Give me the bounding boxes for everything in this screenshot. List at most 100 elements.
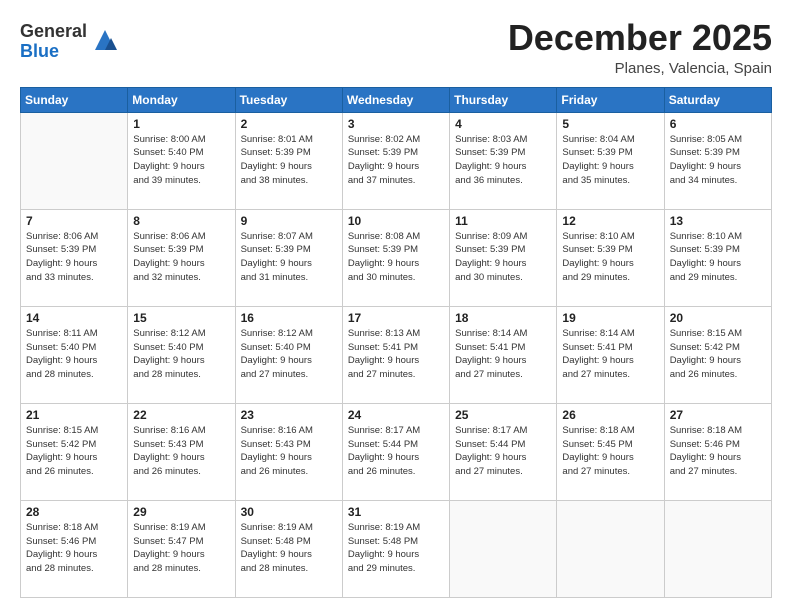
day-info: Sunrise: 8:09 AM Sunset: 5:39 PM Dayligh… [455, 230, 551, 285]
calendar-cell: 5 Sunrise: 8:04 AM Sunset: 5:39 PM Daylig… [557, 112, 664, 209]
day-info: Sunrise: 8:15 AM Sunset: 5:42 PM Dayligh… [26, 424, 122, 479]
week-row-2: 7 Sunrise: 8:06 AM Sunset: 5:39 PM Daylig… [21, 209, 772, 306]
calendar-cell: 25Sunrise: 8:17 AM Sunset: 5:44 PM Dayli… [450, 403, 557, 500]
dow-header-wednesday: Wednesday [342, 87, 449, 112]
calendar-cell: 14 Sunrise: 8:11 AM Sunset: 5:40 PM Dayli… [21, 306, 128, 403]
calendar-cell: 16 Sunrise: 8:12 AM Sunset: 5:40 PM Dayli… [235, 306, 342, 403]
day-number: 24 [348, 408, 444, 422]
day-info: Sunrise: 8:10 AM Sunset: 5:39 PM Dayligh… [562, 230, 658, 285]
calendar-cell: 28 Sunrise: 8:18 AM Sunset: 5:46 PM Dayli… [21, 500, 128, 597]
calendar-body: 1Sunrise: 8:00 AM Sunset: 5:40 PM Daylig… [21, 112, 772, 597]
calendar-cell: 11 Sunrise: 8:09 AM Sunset: 5:39 PM Dayli… [450, 209, 557, 306]
day-number: 28 [26, 505, 122, 519]
calendar-cell: 4Sunrise: 8:03 AM Sunset: 5:39 PM Daylig… [450, 112, 557, 209]
day-number: 3 [348, 117, 444, 131]
calendar-cell [21, 112, 128, 209]
calendar-cell [664, 500, 771, 597]
day-number: 15 [133, 311, 229, 325]
day-number: 13 [670, 214, 766, 228]
day-info: Sunrise: 8:15 AM Sunset: 5:42 PM Dayligh… [670, 327, 766, 382]
calendar-cell: 8 Sunrise: 8:06 AM Sunset: 5:39 PM Daylig… [128, 209, 235, 306]
logo-icon [91, 26, 119, 54]
day-info: Sunrise: 8:18 AM Sunset: 5:46 PM Dayligh… [26, 521, 122, 576]
calendar-cell: 22 Sunrise: 8:16 AM Sunset: 5:43 PM Dayli… [128, 403, 235, 500]
day-number: 19 [562, 311, 658, 325]
calendar-cell: 30Sunrise: 8:19 AM Sunset: 5:48 PM Dayli… [235, 500, 342, 597]
day-info: Sunrise: 8:16 AM Sunset: 5:43 PM Dayligh… [241, 424, 337, 479]
day-number: 2 [241, 117, 337, 131]
calendar-cell: 12 Sunrise: 8:10 AM Sunset: 5:39 PM Dayli… [557, 209, 664, 306]
calendar-cell: 9 Sunrise: 8:07 AM Sunset: 5:39 PM Daylig… [235, 209, 342, 306]
day-info: Sunrise: 8:07 AM Sunset: 5:39 PM Dayligh… [241, 230, 337, 285]
calendar-cell: 29Sunrise: 8:19 AM Sunset: 5:47 PM Dayli… [128, 500, 235, 597]
day-number: 10 [348, 214, 444, 228]
week-row-4: 21Sunrise: 8:15 AM Sunset: 5:42 PM Dayli… [21, 403, 772, 500]
day-number: 6 [670, 117, 766, 131]
day-info: Sunrise: 8:13 AM Sunset: 5:41 PM Dayligh… [348, 327, 444, 382]
day-number: 29 [133, 505, 229, 519]
calendar-cell: 18 Sunrise: 8:14 AM Sunset: 5:41 PM Dayli… [450, 306, 557, 403]
location-title: Planes, Valencia, Spain [508, 60, 772, 77]
day-number: 20 [670, 311, 766, 325]
day-info: Sunrise: 8:11 AM Sunset: 5:40 PM Dayligh… [26, 327, 122, 382]
logo-general: General [20, 21, 87, 41]
day-number: 17 [348, 311, 444, 325]
day-info: Sunrise: 8:02 AM Sunset: 5:39 PM Dayligh… [348, 133, 444, 188]
day-number: 27 [670, 408, 766, 422]
day-number: 22 [133, 408, 229, 422]
month-title: December 2025 [508, 18, 772, 58]
day-info: Sunrise: 8:04 AM Sunset: 5:39 PM Dayligh… [562, 133, 658, 188]
day-info: Sunrise: 8:10 AM Sunset: 5:39 PM Dayligh… [670, 230, 766, 285]
title-block: December 2025 Planes, Valencia, Spain [508, 18, 772, 77]
calendar-cell: 20 Sunrise: 8:15 AM Sunset: 5:42 PM Dayli… [664, 306, 771, 403]
calendar-cell: 31Sunrise: 8:19 AM Sunset: 5:48 PM Dayli… [342, 500, 449, 597]
dow-header-tuesday: Tuesday [235, 87, 342, 112]
week-row-3: 14 Sunrise: 8:11 AM Sunset: 5:40 PM Dayli… [21, 306, 772, 403]
dow-header-thursday: Thursday [450, 87, 557, 112]
day-number: 30 [241, 505, 337, 519]
day-number: 11 [455, 214, 551, 228]
logo-blue: Blue [20, 41, 59, 61]
logo: General Blue [20, 22, 119, 62]
day-info: Sunrise: 8:14 AM Sunset: 5:41 PM Dayligh… [455, 327, 551, 382]
day-number: 18 [455, 311, 551, 325]
calendar-cell: 17 Sunrise: 8:13 AM Sunset: 5:41 PM Dayli… [342, 306, 449, 403]
day-info: Sunrise: 8:06 AM Sunset: 5:39 PM Dayligh… [133, 230, 229, 285]
calendar-cell: 19 Sunrise: 8:14 AM Sunset: 5:41 PM Dayli… [557, 306, 664, 403]
week-row-1: 1Sunrise: 8:00 AM Sunset: 5:40 PM Daylig… [21, 112, 772, 209]
dow-header-sunday: Sunday [21, 87, 128, 112]
day-number: 9 [241, 214, 337, 228]
day-number: 12 [562, 214, 658, 228]
day-number: 5 [562, 117, 658, 131]
dow-header-monday: Monday [128, 87, 235, 112]
calendar-cell: 10 Sunrise: 8:08 AM Sunset: 5:39 PM Dayli… [342, 209, 449, 306]
day-info: Sunrise: 8:18 AM Sunset: 5:46 PM Dayligh… [670, 424, 766, 479]
day-number: 16 [241, 311, 337, 325]
day-info: Sunrise: 8:19 AM Sunset: 5:48 PM Dayligh… [348, 521, 444, 576]
calendar-cell: 24Sunrise: 8:17 AM Sunset: 5:44 PM Dayli… [342, 403, 449, 500]
page: General Blue December 2025 Planes, Valen… [0, 0, 792, 612]
dow-header-friday: Friday [557, 87, 664, 112]
day-info: Sunrise: 8:18 AM Sunset: 5:45 PM Dayligh… [562, 424, 658, 479]
day-info: Sunrise: 8:01 AM Sunset: 5:39 PM Dayligh… [241, 133, 337, 188]
calendar-cell: 27 Sunrise: 8:18 AM Sunset: 5:46 PM Dayli… [664, 403, 771, 500]
day-info: Sunrise: 8:12 AM Sunset: 5:40 PM Dayligh… [241, 327, 337, 382]
calendar-cell: 26 Sunrise: 8:18 AM Sunset: 5:45 PM Dayli… [557, 403, 664, 500]
calendar-cell: 15Sunrise: 8:12 AM Sunset: 5:40 PM Dayli… [128, 306, 235, 403]
calendar-cell: 7Sunrise: 8:06 AM Sunset: 5:39 PM Daylig… [21, 209, 128, 306]
week-row-5: 28 Sunrise: 8:18 AM Sunset: 5:46 PM Dayli… [21, 500, 772, 597]
day-number: 1 [133, 117, 229, 131]
day-number: 7 [26, 214, 122, 228]
calendar-cell: 23Sunrise: 8:16 AM Sunset: 5:43 PM Dayli… [235, 403, 342, 500]
day-info: Sunrise: 8:08 AM Sunset: 5:39 PM Dayligh… [348, 230, 444, 285]
day-number: 14 [26, 311, 122, 325]
day-number: 8 [133, 214, 229, 228]
calendar-cell: 2 Sunrise: 8:01 AM Sunset: 5:39 PM Daylig… [235, 112, 342, 209]
day-info: Sunrise: 8:14 AM Sunset: 5:41 PM Dayligh… [562, 327, 658, 382]
day-info: Sunrise: 8:16 AM Sunset: 5:43 PM Dayligh… [133, 424, 229, 479]
calendar: SundayMondayTuesdayWednesdayThursdayFrid… [20, 87, 772, 598]
calendar-cell: 6Sunrise: 8:05 AM Sunset: 5:39 PM Daylig… [664, 112, 771, 209]
day-number: 26 [562, 408, 658, 422]
calendar-cell: 13 Sunrise: 8:10 AM Sunset: 5:39 PM Dayli… [664, 209, 771, 306]
calendar-cell [450, 500, 557, 597]
